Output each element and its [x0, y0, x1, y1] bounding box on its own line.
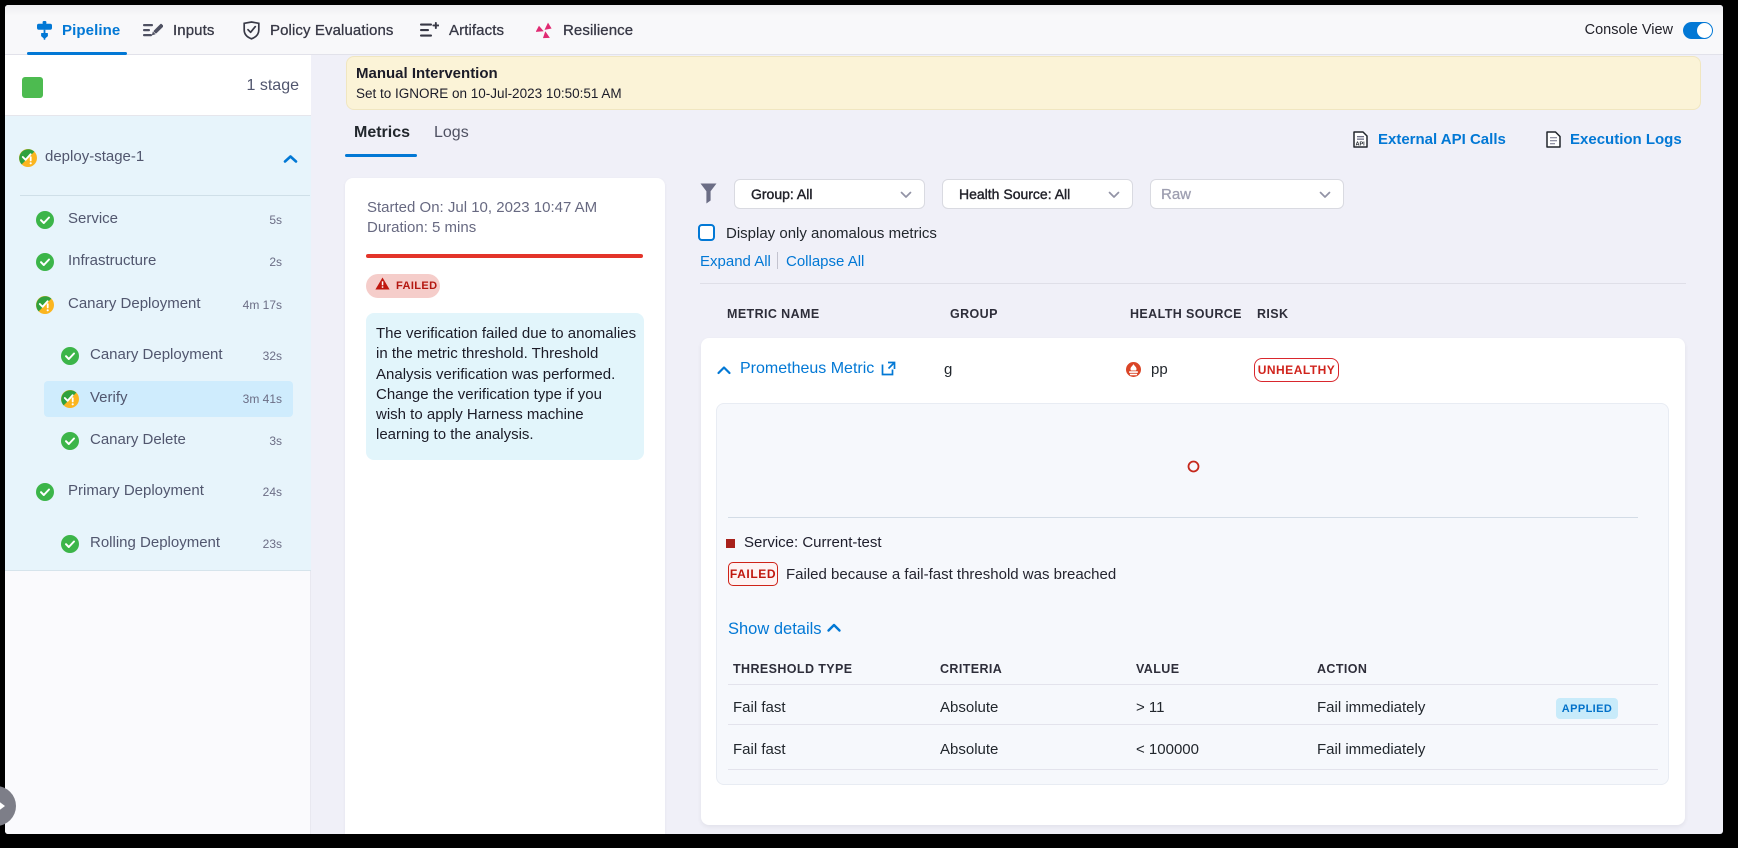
svg-text:API: API — [1356, 142, 1366, 148]
